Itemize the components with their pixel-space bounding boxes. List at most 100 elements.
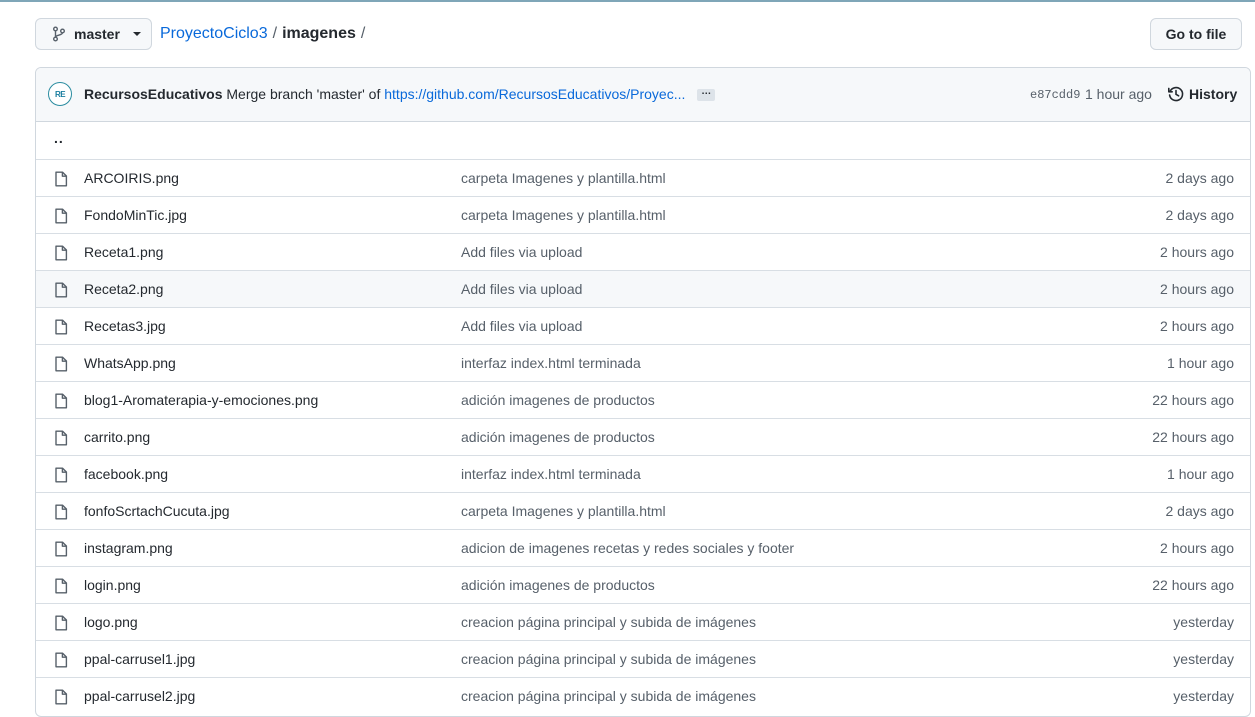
file-commit-age: 22 hours ago [1152,392,1234,408]
file-icon [54,689,68,705]
file-row[interactable]: FondoMinTic.jpg carpeta Imagenes y planti… [36,196,1250,233]
file-commit-age: 2 hours ago [1160,244,1234,260]
file-commit-message-link[interactable]: Add files via upload [461,318,582,334]
file-row[interactable]: fonfoScrtachCucuta.jpg carpeta Imagenes y… [36,492,1250,529]
file-icon [54,430,68,446]
file-icon [54,282,68,298]
file-name-link[interactable]: Receta1.png [84,244,163,260]
file-name-link[interactable]: login.png [84,577,141,593]
history-link[interactable]: History [1167,85,1237,103]
commit-message-link[interactable]: https://github.com/RecursosEducativos/Pr… [384,86,685,102]
file-name-link[interactable]: instagram.png [84,540,173,556]
file-name-link[interactable]: carrito.png [84,429,150,445]
file-icon [54,319,68,335]
file-name-link[interactable]: facebook.png [84,466,168,482]
file-commit-message-link[interactable]: adición imagenes de productos [461,429,655,445]
avatar-initials: RE [54,89,66,99]
git-branch-icon [52,26,66,42]
breadcrumb-repo-link[interactable]: ProyectoCiclo3 [160,25,268,43]
file-row[interactable]: Receta1.png Add files via upload 2 hours a… [36,233,1250,270]
file-commit-age: 1 hour ago [1167,355,1234,371]
file-commit-message-link[interactable]: carpeta Imagenes y plantilla.html [461,207,666,223]
file-row[interactable]: ARCOIRIS.png carpeta Imagenes y plantilla… [36,159,1250,196]
file-icon [54,245,68,261]
file-listing: RE RecursosEducativos Merge branch 'mast… [35,67,1251,717]
commit-summary: RecursosEducativos Merge branch 'master'… [84,86,716,102]
file-name-link[interactable]: logo.png [84,614,138,630]
branch-label: master [74,26,120,42]
file-commit-age: 22 hours ago [1152,429,1234,445]
history-clock-icon [1167,85,1185,103]
commit-sha-link[interactable]: e87cdd9 [1030,88,1080,102]
breadcrumb-separator-trailing: / [360,25,366,42]
commit-message[interactable]: Merge branch 'master' of [226,86,380,102]
avatar[interactable]: RE [48,82,72,106]
file-commit-age: 2 days ago [1165,207,1235,223]
file-commit-message-link[interactable]: creacion página principal y subida de im… [461,614,756,630]
file-name-link[interactable]: ppal-carrusel2.jpg [84,688,195,704]
chevron-down-icon [133,32,141,36]
file-name-link[interactable]: ARCOIRIS.png [84,170,179,186]
file-commit-age: 1 hour ago [1167,466,1234,482]
file-icon [54,467,68,483]
commit-author-link[interactable]: RecursosEducativos [84,86,223,102]
file-commit-age: yesterday [1173,651,1234,667]
file-commit-message-link[interactable]: interfaz index.html terminada [461,355,641,371]
file-row[interactable]: login.png adición imagenes de productos 22… [36,566,1250,603]
file-commit-message-link[interactable]: carpeta Imagenes y plantilla.html [461,503,666,519]
file-icon [54,393,68,409]
file-commit-message-link[interactable]: creacion página principal y subida de im… [461,651,756,667]
file-commit-message-link[interactable]: adicion de imagenes recetas y redes soci… [461,540,794,556]
file-icon [54,541,68,557]
file-commit-age: yesterday [1173,688,1234,704]
file-commit-message-link[interactable]: Add files via upload [461,281,582,297]
file-row[interactable]: facebook.png interfaz index.html terminad… [36,455,1250,492]
file-name-link[interactable]: ppal-carrusel1.jpg [84,651,195,667]
go-to-file-button[interactable]: Go to file [1150,18,1242,50]
breadcrumb-separator: / [272,25,278,42]
file-commit-message-link[interactable]: interfaz index.html terminada [461,466,641,482]
file-commit-age: 2 hours ago [1160,281,1234,297]
file-row[interactable]: logo.png creacion página principal y subi… [36,603,1250,640]
parent-directory-link[interactable]: .. [54,130,64,146]
file-icon [54,356,68,372]
file-commit-age: 22 hours ago [1152,577,1234,593]
file-commit-age: 2 days ago [1165,170,1235,186]
file-name-link[interactable]: Receta2.png [84,281,163,297]
file-name-link[interactable]: blog1-Aromaterapia-y-emociones.png [84,392,318,408]
file-commit-message-link[interactable]: creacion página principal y subida de im… [461,688,756,704]
top-accent-line [0,0,1255,2]
commit-time: 1 hour ago [1085,86,1152,102]
branch-select-button[interactable]: master [35,18,152,50]
file-name-link[interactable]: FondoMinTic.jpg [84,207,187,223]
file-name-link[interactable]: WhatsApp.png [84,355,176,371]
file-row[interactable]: Recetas3.jpg Add files via upload 2 hours … [36,307,1250,344]
file-row[interactable]: Receta2.png Add files via upload 2 hours a… [36,270,1250,307]
file-name-link[interactable]: fonfoScrtachCucuta.jpg [84,503,230,519]
file-row[interactable]: ppal-carrusel1.jpg creacion página princi… [36,640,1250,677]
file-name-link[interactable]: Recetas3.jpg [84,318,166,334]
file-commit-age: 2 hours ago [1160,318,1234,334]
file-commit-message-link[interactable]: carpeta Imagenes y plantilla.html [461,170,666,186]
file-row[interactable]: blog1-Aromaterapia-y-emociones.png adició… [36,381,1250,418]
expand-commit-message-button[interactable]: … [697,87,716,102]
file-icon [54,171,68,187]
file-rows: .. ARCOIRIS.png carpeta Imagenes y planti… [36,122,1250,714]
file-commit-age: 2 days ago [1165,503,1235,519]
breadcrumb-current-directory: imagenes [282,25,356,42]
history-label: History [1189,86,1238,102]
file-row[interactable]: carrito.png adición imagenes de productos… [36,418,1250,455]
file-icon [54,208,68,224]
file-commit-message-link[interactable]: adición imagenes de productos [461,577,655,593]
latest-commit-bar: RE RecursosEducativos Merge branch 'mast… [36,68,1250,122]
parent-directory-row[interactable]: .. [36,122,1250,159]
file-icon [54,615,68,631]
breadcrumb: ProyectoCiclo3 / imagenes / [160,22,370,46]
file-row[interactable]: instagram.png adicion de imagenes recetas… [36,529,1250,566]
file-commit-message-link[interactable]: adición imagenes de productos [461,392,655,408]
file-commit-age: 2 hours ago [1160,540,1234,556]
file-row[interactable]: WhatsApp.png interfaz index.html terminad… [36,344,1250,381]
file-commit-message-link[interactable]: Add files via upload [461,244,582,260]
file-icon [54,504,68,520]
file-row[interactable]: ppal-carrusel2.jpg creacion página princi… [36,677,1250,714]
